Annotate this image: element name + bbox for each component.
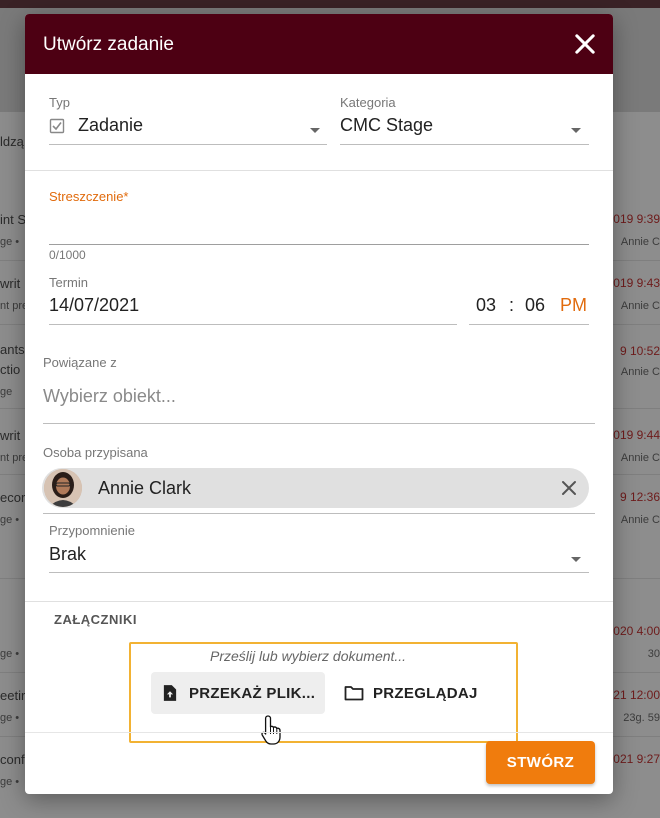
type-dropdown-caret-icon[interactable] xyxy=(310,128,320,133)
bg-text: ldzą xyxy=(0,134,24,149)
highlight-frame xyxy=(129,642,518,743)
due-label: Termin xyxy=(49,275,89,290)
required-mark: * xyxy=(123,189,129,204)
summary-label-text: Streszczenie xyxy=(49,189,124,204)
category-select[interactable]: CMC Stage xyxy=(340,115,433,136)
bg-text: nt pre xyxy=(0,300,29,312)
reminder-select[interactable]: Brak xyxy=(49,544,86,565)
bg-text: conf xyxy=(0,752,25,767)
attachments-title: ZAŁĄCZNIKI xyxy=(54,612,137,627)
dialog-title: Utwórz zadanie xyxy=(43,34,174,55)
background-topbar xyxy=(0,0,660,8)
bg-text: 021 9:27 xyxy=(613,752,660,766)
bg-text: 019 9:43 xyxy=(613,276,660,290)
due-date-underline xyxy=(49,324,457,325)
type-select[interactable]: Zadanie xyxy=(78,115,143,136)
divider xyxy=(25,601,613,602)
bg-text: 019 9:39 xyxy=(613,212,660,226)
assignee-chip[interactable]: Annie Clark xyxy=(42,468,589,508)
related-underline xyxy=(43,423,595,424)
bg-text: 9 12:36 xyxy=(619,490,660,504)
type-label: Typ xyxy=(49,95,70,110)
bg-text: ecor xyxy=(0,490,26,505)
avatar xyxy=(44,469,82,507)
category-dropdown-caret-icon[interactable] xyxy=(571,128,581,133)
related-object-input[interactable]: Wybierz obiekt... xyxy=(43,386,176,407)
divider xyxy=(25,170,613,171)
hour-input[interactable]: 03 xyxy=(476,295,496,316)
bg-text: nt pre xyxy=(0,452,29,464)
time-underline xyxy=(469,324,589,325)
close-icon xyxy=(575,34,595,54)
bg-text: ge • xyxy=(0,776,20,788)
bg-text: 019 9:44 xyxy=(613,428,660,442)
summary-underline xyxy=(49,244,589,245)
bg-text: ge • xyxy=(0,712,20,724)
bg-text: Annie C xyxy=(620,366,660,378)
dialog-header: Utwórz zadanie xyxy=(25,14,613,74)
footer-divider xyxy=(25,732,613,733)
summary-char-counter: 0/1000 xyxy=(49,248,86,262)
bg-text: ctio xyxy=(0,362,21,377)
reminder-label: Przypomnienie xyxy=(49,523,135,538)
close-button[interactable] xyxy=(571,30,599,58)
type-underline xyxy=(49,144,327,145)
bg-text: ants xyxy=(0,342,25,357)
summary-label: Streszczenie* xyxy=(49,189,128,204)
bg-text: writ xyxy=(0,428,21,443)
create-task-dialog: Utwórz zadanie Typ Zadanie Kategoria CMC… xyxy=(25,14,613,794)
bg-text: ge • xyxy=(0,648,20,660)
assignee-underline xyxy=(43,513,595,514)
bg-text: 020 4:00 xyxy=(613,624,660,638)
remove-assignee-button[interactable] xyxy=(559,478,579,498)
bg-text: Annie C xyxy=(620,452,660,464)
reminder-dropdown-caret-icon[interactable] xyxy=(571,557,581,562)
bg-text: Annie C xyxy=(620,300,660,312)
close-icon xyxy=(562,481,576,495)
bg-text: 23g. 59 xyxy=(623,712,660,724)
bg-text: Annie C xyxy=(620,236,660,248)
checkbox-icon xyxy=(49,118,65,134)
category-label: Kategoria xyxy=(340,95,396,110)
bg-text: 30 xyxy=(647,648,660,660)
minute-input[interactable]: 06 xyxy=(525,295,545,316)
category-underline xyxy=(340,144,589,145)
create-button-label: STWÓRZ xyxy=(506,754,575,771)
ampm-toggle[interactable]: PM xyxy=(560,295,587,316)
bg-text: ge • xyxy=(0,514,20,526)
bg-text: Annie C xyxy=(620,514,660,526)
bg-text: ge • xyxy=(0,236,20,248)
summary-input[interactable] xyxy=(49,210,589,244)
bg-text: 21 12:00 xyxy=(613,688,660,702)
hand-pointer-cursor-icon xyxy=(261,715,281,745)
bg-text: int S xyxy=(0,212,27,227)
related-label: Powiązane z xyxy=(43,355,117,370)
assignee-label: Osoba przypisana xyxy=(43,445,148,460)
bg-text: writ xyxy=(0,276,21,291)
bg-text: ge xyxy=(0,386,13,398)
bg-text: eetir xyxy=(0,688,26,703)
due-date-input[interactable]: 14/07/2021 xyxy=(49,295,139,316)
create-button[interactable]: STWÓRZ xyxy=(486,741,595,784)
bg-text: 9 10:52 xyxy=(619,344,660,358)
time-separator: : xyxy=(509,295,515,315)
reminder-underline xyxy=(49,572,589,573)
assignee-name: Annie Clark xyxy=(98,478,192,498)
